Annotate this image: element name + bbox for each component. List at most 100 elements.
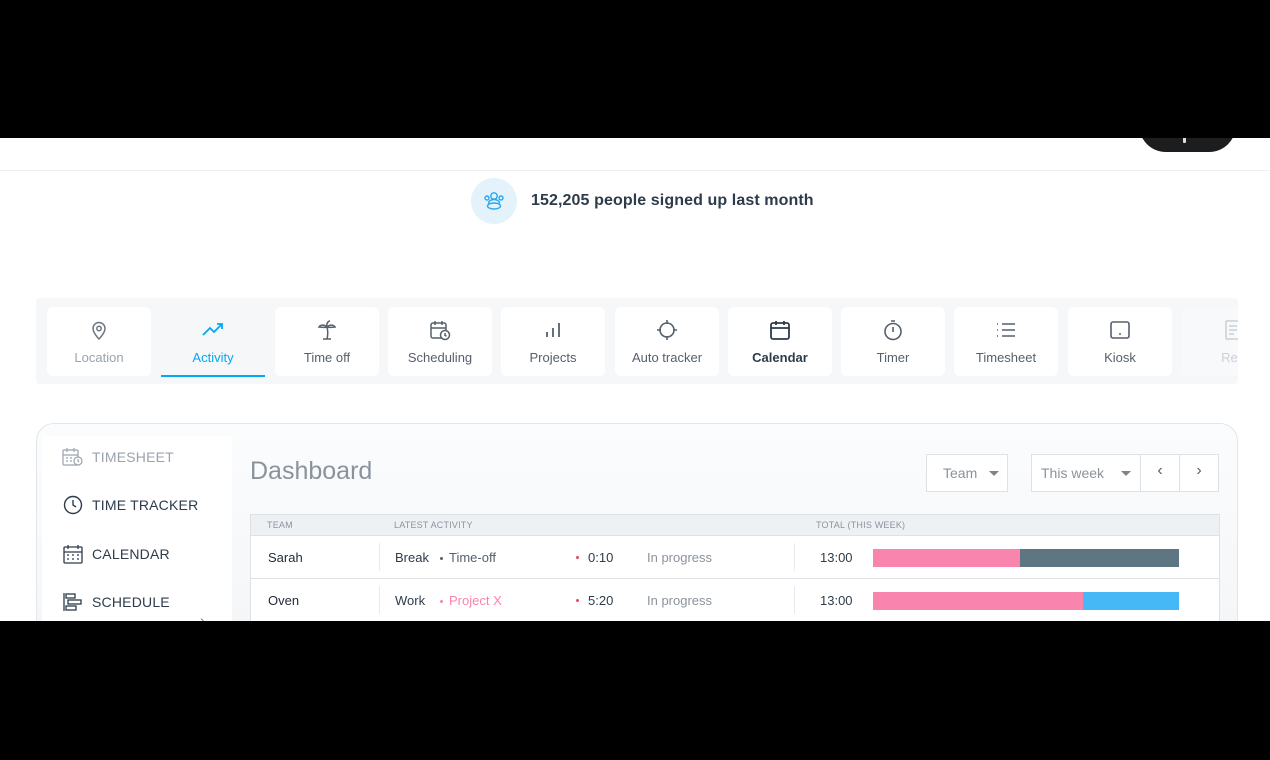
clock-icon <box>62 494 84 516</box>
signup-text: 152,205 people signed up last month <box>531 192 814 209</box>
column-divider <box>379 543 380 571</box>
table-header: TEAM LATEST ACTIVITY TOTAL (THIS WEEK) <box>250 514 1220 536</box>
column-divider <box>794 543 795 571</box>
tab-projects[interactable]: Projects <box>501 307 605 376</box>
table-row[interactable]: Oven Work Project X 5:20 In progress 13:… <box>250 579 1220 621</box>
header-total: TOTAL (THIS WEEK) <box>816 520 906 530</box>
landing-page: 152,205 people signed up last month Loca… <box>0 138 1270 621</box>
tab-projects-label: Projects <box>529 350 577 365</box>
calendar-icon <box>728 317 832 343</box>
tab-reports-label: Rep <box>1221 350 1238 365</box>
timesheet-icon <box>62 446 84 468</box>
sidebar-item-label: TIMESHEET <box>92 449 174 465</box>
sidebar-item-calendar[interactable]: CALENDAR <box>62 542 170 566</box>
letterbox-bottom <box>0 621 1270 760</box>
sidebar-item-schedule[interactable]: SCHEDULE <box>62 590 170 614</box>
stopwatch-icon <box>841 317 945 343</box>
tab-location-label: Location <box>74 350 124 365</box>
tab-scheduling[interactable]: Scheduling <box>388 307 492 376</box>
tag-label: Project X <box>449 593 502 608</box>
activity-type: Work <box>395 593 426 608</box>
bar-segment-primary <box>873 549 1020 567</box>
signup-counter: 152,205 people signed up last month <box>471 178 814 224</box>
prev-week-button[interactable]: ‹ <box>1140 454 1180 492</box>
activity-tag: Project X <box>440 593 502 608</box>
week-total: 13:00 <box>820 550 853 565</box>
activity-duration: 5:20 <box>588 593 614 608</box>
tab-auto-tracker[interactable]: Auto tracker <box>615 307 719 376</box>
bar-segment-secondary <box>1019 549 1179 567</box>
calendar-clock-icon <box>388 317 492 343</box>
tab-timer-label: Timer <box>876 350 910 365</box>
activity-status: In progress <box>647 550 713 565</box>
bar-segment-secondary <box>1082 592 1179 610</box>
crosshair-icon <box>615 317 719 343</box>
tablet-icon <box>1068 317 1172 343</box>
chevron-right-icon[interactable]: › <box>200 612 205 621</box>
bar-chart-icon <box>501 317 605 343</box>
tab-activity-label: Activity <box>192 350 234 365</box>
live-dot <box>576 556 579 559</box>
column-divider <box>379 586 380 614</box>
feature-tabs: Location Activity Time off Scheduling Pr… <box>36 298 1238 384</box>
caret-down-icon <box>1121 471 1131 476</box>
sidebar-item-time-tracker[interactable]: TIME TRACKER <box>62 493 198 517</box>
tab-timer[interactable]: Timer <box>841 307 945 376</box>
bar-segment-primary <box>873 592 1083 610</box>
activity-status: In progress <box>647 593 713 608</box>
team-select[interactable]: Team <box>926 454 1008 492</box>
tab-timesheet[interactable]: Timesheet <box>954 307 1058 376</box>
range-select-value: This week <box>1041 465 1105 481</box>
column-divider <box>794 586 795 614</box>
chevron-left-icon: ‹ <box>1157 462 1163 479</box>
table-row[interactable]: Sarah Break Time-off 0:10 In progress 13… <box>250 536 1220 579</box>
tab-scheduling-label: Scheduling <box>407 350 473 365</box>
live-dot <box>576 599 579 602</box>
activity-type: Break <box>395 550 429 565</box>
tab-time-off[interactable]: Time off <box>275 307 379 376</box>
chevron-right-icon: › <box>1196 462 1202 479</box>
calendar-icon <box>62 543 84 565</box>
palm-tree-icon <box>275 317 379 343</box>
week-progress-bar <box>873 592 1179 610</box>
member-name: Oven <box>268 593 300 608</box>
tag-label: Time-off <box>449 550 496 565</box>
tag-dot <box>440 600 443 604</box>
page-title: Dashboard <box>250 457 373 485</box>
app-preview: TIMESHEET TIME TRACKER CALENDAR SCHEDULE <box>36 423 1238 621</box>
report-icon <box>1181 317 1238 343</box>
sidebar-item-label: TIME TRACKER <box>92 497 199 513</box>
week-progress-bar <box>873 549 1179 567</box>
tab-activity[interactable]: Activity <box>161 307 265 377</box>
header-divider <box>0 170 1270 171</box>
tab-calendar-label: Calendar <box>752 350 808 365</box>
tab-reports[interactable]: Rep <box>1181 307 1238 376</box>
pill-mark <box>1183 138 1186 143</box>
header-latest-activity: LATEST ACTIVITY <box>394 520 473 530</box>
trending-up-icon <box>161 317 265 343</box>
caret-down-icon <box>989 471 999 476</box>
range-select[interactable]: This week <box>1031 454 1141 492</box>
activity-tag: Time-off <box>440 550 496 565</box>
member-name: Sarah <box>268 550 303 565</box>
tag-dot <box>440 557 443 561</box>
activity-duration: 0:10 <box>588 550 614 565</box>
team-select-value: Team <box>943 465 978 481</box>
map-pin-icon <box>47 317 151 343</box>
list-icon <box>954 317 1058 343</box>
sidebar-item-label: CALENDAR <box>92 546 170 562</box>
tab-time-off-label: Time off <box>303 350 351 365</box>
tab-calendar[interactable]: Calendar <box>728 307 832 376</box>
tab-kiosk[interactable]: Kiosk <box>1068 307 1172 376</box>
next-week-button[interactable]: › <box>1179 454 1219 492</box>
schedule-icon <box>62 591 84 613</box>
tab-timesheet-label: Timesheet <box>975 350 1037 365</box>
letterbox-top <box>0 0 1270 138</box>
sidebar-item-timesheet[interactable]: TIMESHEET <box>62 445 174 469</box>
week-total: 13:00 <box>820 593 853 608</box>
users-icon <box>471 178 517 224</box>
tab-location[interactable]: Location <box>47 307 151 376</box>
tab-auto-tracker-label: Auto tracker <box>631 350 703 365</box>
app-sidebar: TIMESHEET TIME TRACKER CALENDAR SCHEDULE <box>42 436 232 621</box>
top-cta-pill[interactable] <box>1139 138 1236 152</box>
